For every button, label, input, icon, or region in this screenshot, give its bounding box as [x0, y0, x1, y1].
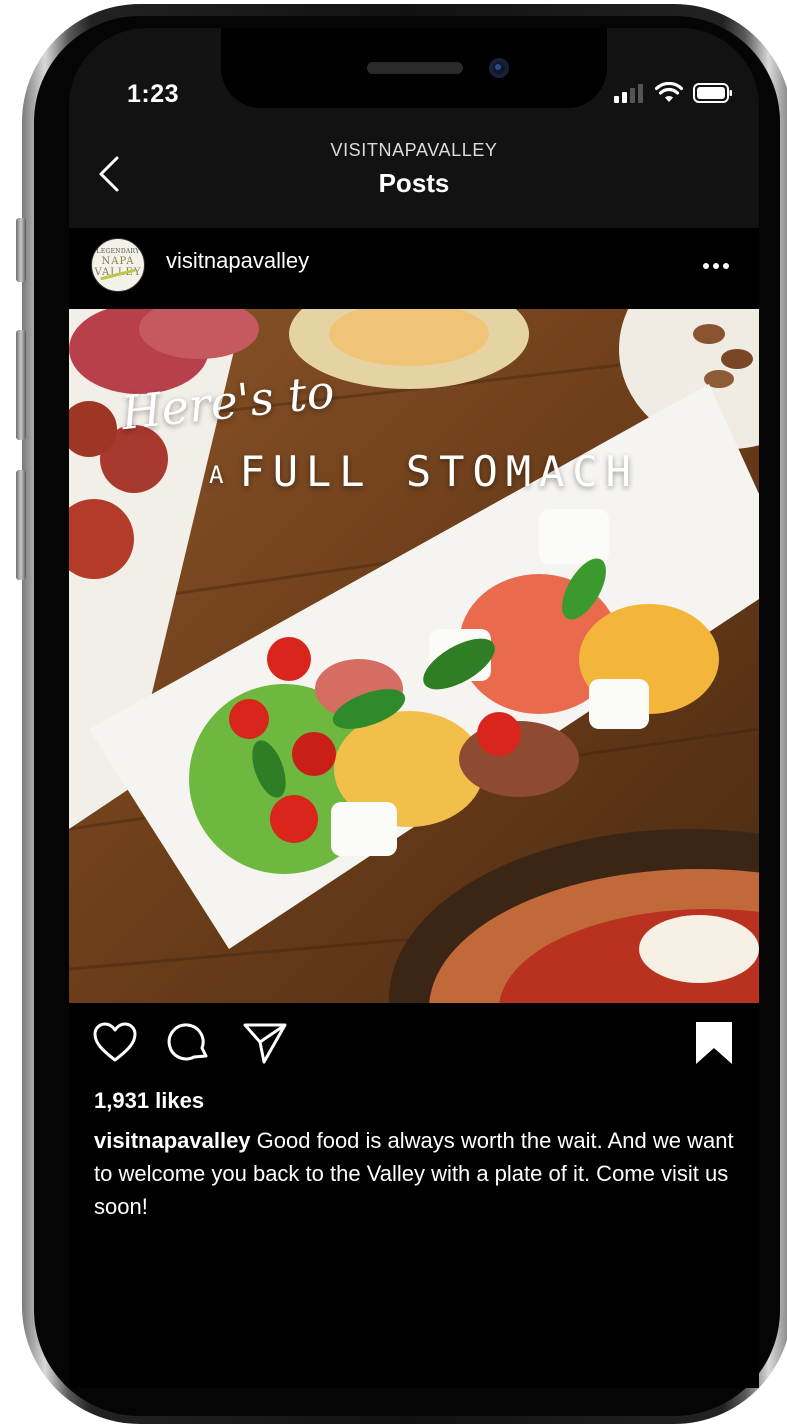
- navigation-header: VISITNAPAVALLEY Posts: [69, 128, 759, 242]
- wifi-icon: [655, 82, 683, 102]
- image-headline-main: FULL STOMACH: [239, 447, 639, 496]
- avatar-logo-middle: NAPA: [101, 256, 135, 267]
- post-username[interactable]: visitnapavalley: [166, 248, 309, 274]
- more-horizontal-icon[interactable]: [701, 254, 731, 278]
- image-headline-prefix: A: [209, 460, 224, 489]
- likes-count[interactable]: 1,931 likes: [94, 1088, 204, 1114]
- bookmark-icon[interactable]: [691, 1020, 737, 1066]
- volume-up-button: [16, 330, 26, 440]
- volume-down-button: [16, 470, 26, 580]
- post-actions: [69, 1020, 759, 1080]
- send-icon[interactable]: [242, 1020, 288, 1066]
- status-time: 1:23: [127, 80, 180, 108]
- page-title: Posts: [378, 168, 450, 198]
- caption-username[interactable]: visitnapavalley: [94, 1128, 251, 1153]
- avatar[interactable]: LEGENDARY NAPA VALLEY: [91, 238, 145, 292]
- notch: [221, 28, 607, 108]
- avatar-logo-top: LEGENDARY: [96, 248, 140, 255]
- front-camera: [489, 58, 509, 78]
- post-image[interactable]: Here's to A FULL STOMACH: [69, 309, 759, 1003]
- comment-icon[interactable]: [166, 1020, 212, 1066]
- phone-screen: 1:23 VISITNAPAVALLEY Posts LEGENDARY NAP…: [69, 28, 759, 1388]
- status-icons: [613, 82, 733, 104]
- speaker: [367, 62, 463, 74]
- header-account-name: VISITNAPAVALLEY: [330, 140, 498, 160]
- battery-icon: [693, 83, 732, 103]
- post-header: LEGENDARY NAPA VALLEY visitnapavalley: [69, 228, 759, 308]
- image-headline: A FULL STOMACH: [209, 447, 639, 496]
- post-caption: visitnapavalley Good food is always wort…: [94, 1124, 734, 1223]
- mute-switch: [16, 218, 26, 282]
- cellular-signal-icon: [614, 84, 643, 103]
- heart-icon[interactable]: [92, 1020, 138, 1066]
